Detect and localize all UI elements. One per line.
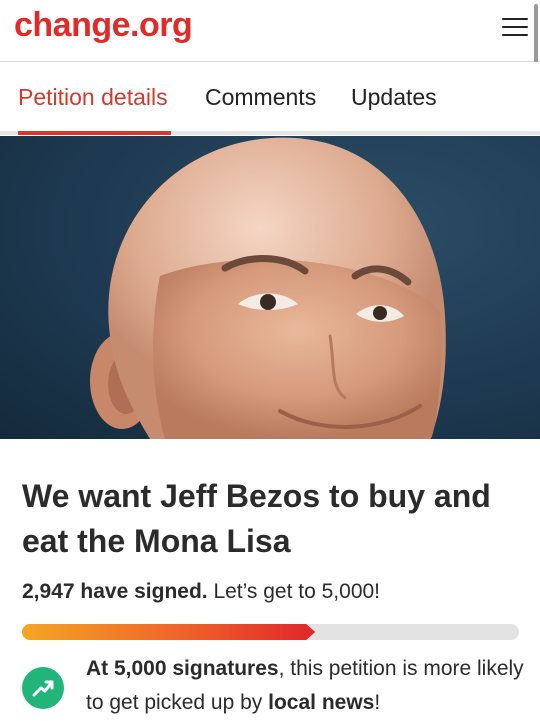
trending-up-badge bbox=[22, 667, 64, 709]
tab-comments[interactable]: Comments bbox=[205, 84, 316, 111]
menu-bar bbox=[502, 34, 528, 36]
active-tab-indicator bbox=[18, 131, 171, 135]
portrait-photo bbox=[90, 137, 446, 439]
petition-title: We want Jeff Bezos to buy and eat the Mo… bbox=[22, 478, 491, 559]
menu-bar bbox=[502, 26, 528, 28]
milestone-message: At 5,000 signatures, this petition is mo… bbox=[86, 652, 526, 720]
petition-tabs: Petition details Comments Updates bbox=[0, 62, 540, 135]
petition-hero-image bbox=[0, 136, 540, 439]
signed-count-value: 2,947 bbox=[22, 580, 75, 603]
hamburger-menu-icon[interactable] bbox=[502, 18, 528, 40]
milestone-bold-1: At 5,000 signatures bbox=[86, 657, 279, 680]
milestone-text-2: ! bbox=[374, 691, 381, 714]
signature-count: 2,947 have signed. Let’s get to 5,000! bbox=[22, 580, 380, 604]
signature-goal-text: Let’s get to 5,000! bbox=[207, 580, 381, 603]
signature-progress-fill bbox=[22, 624, 315, 640]
scrollbar[interactable] bbox=[534, 4, 538, 64]
signature-progress-bar bbox=[22, 624, 519, 640]
site-header: change.org bbox=[0, 0, 540, 64]
tab-petition-details[interactable]: Petition details bbox=[18, 84, 168, 111]
signed-suffix: have signed. bbox=[74, 580, 208, 603]
menu-bar bbox=[502, 18, 528, 20]
change-org-logo[interactable]: change.org bbox=[14, 6, 193, 45]
trending-up-icon bbox=[32, 680, 54, 697]
milestone-bold-2: local news bbox=[268, 691, 375, 714]
tab-updates[interactable]: Updates bbox=[351, 84, 437, 111]
